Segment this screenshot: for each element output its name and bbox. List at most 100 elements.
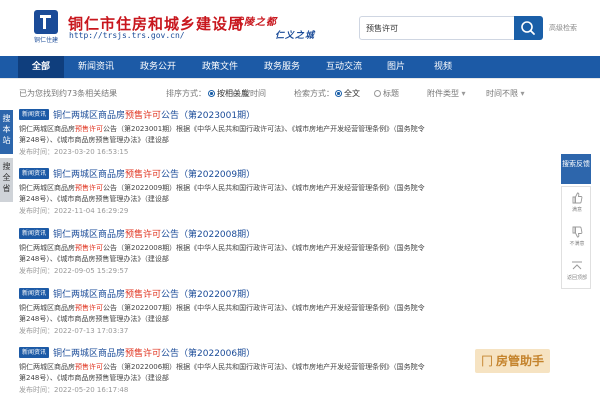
nav-tab-all[interactable]: 全部: [18, 56, 64, 78]
snippet-highlight: 预售许可: [75, 184, 103, 192]
snippet-text: 铜仁两城区商品房: [19, 244, 75, 252]
mode-fulltext-label: 全文: [344, 89, 360, 98]
mode-title-label: 标题: [383, 89, 399, 98]
result-snippet: 铜仁两城区商品房预售许可公告（第2022006期）根据《中华人民共和国行政许可法…: [19, 362, 439, 384]
result-date: 发布时间：2022-05-20 16:17:48: [19, 386, 129, 394]
sort-label: 排序方式：: [166, 89, 206, 98]
logo-emblem-icon: [34, 10, 58, 34]
category-badge: 新闻资讯: [19, 288, 50, 299]
search-province-tab[interactable]: 搜全省: [0, 158, 13, 202]
category-badge: 新闻资讯: [19, 109, 50, 120]
snippet-text: 第248号）、《城市商品房预售管理办法》（建设部: [19, 374, 169, 382]
title-text: 公告（第2022009期）: [161, 170, 256, 180]
title-text: 铜仁两城区商品房: [53, 170, 126, 180]
result-snippet: 铜仁两城区商品房预售许可公告（第2022008期）根据《中华人民共和国行政许可法…: [19, 243, 439, 265]
result-date: 发布时间：2023-03-20 16:53:15: [19, 148, 129, 156]
watermark-text: 房管助手: [496, 354, 545, 368]
nav-tab-gov-services[interactable]: 政务服务: [256, 56, 308, 78]
radio-icon: [233, 90, 240, 97]
search-this-site-tab[interactable]: 搜本站: [0, 110, 13, 154]
snippet-text: 铜仁两城区商品房: [19, 363, 75, 371]
result-count: 已为您找到约73条相关结果: [19, 89, 118, 98]
snippet-text: 公告（第2022006期）根据《中华人民共和国行政许可法》、《城市房地产开发经营…: [103, 363, 425, 371]
result-snippet: 铜仁两城区商品房预售许可公告（第2023001期）根据《中华人民共和国行政许可法…: [19, 124, 439, 146]
snippet-text: 第248号）、《城市商品房预售管理办法》（建设部: [19, 255, 169, 263]
search-feedback-button[interactable]: 搜索反馈: [561, 154, 591, 184]
title-text: 铜仁两城区商品房: [53, 230, 126, 240]
search-results-page: 铜仁住建 铜仁市住房和城乡建设局 http://trsjs.trs.gov.cn…: [0, 0, 600, 400]
snippet-text: 铜仁两城区商品房: [19, 304, 75, 312]
category-badge: 新闻资讯: [19, 347, 50, 358]
feedback-toolbar: 满意 不满意 返回顶部: [561, 186, 591, 289]
filter-bar: 已为您找到约73条相关结果 排序方式： 按相关度 按时间 检索方式： 全文 标题…: [0, 80, 600, 104]
snippet-highlight: 预售许可: [75, 244, 103, 252]
snippet-highlight: 预售许可: [75, 125, 103, 133]
snippet-text: 铜仁两城区商品房: [19, 125, 75, 133]
search-mode-label: 检索方式：: [294, 89, 334, 98]
title-highlight: 预售许可: [125, 230, 162, 240]
thumbs-up-icon: [572, 192, 583, 204]
title-text: 公告（第2022006期）: [161, 349, 256, 359]
site-header: 铜仁住建 铜仁市住房和城乡建设局 http://trsjs.trs.gov.cn…: [0, 0, 600, 56]
nav-tab-news[interactable]: 新闻资讯: [70, 56, 122, 78]
snippet-text: 第248号）、《城市商品房预售管理办法》（建设部: [19, 195, 169, 203]
snippet-text: 第248号）、《城市商品房预售管理办法》（建设部: [19, 136, 169, 144]
title-text: 铜仁两城区商品房: [53, 111, 126, 121]
nav-tab-images[interactable]: 图片: [381, 56, 411, 78]
time-filter-dropdown[interactable]: 时间不限: [486, 88, 525, 99]
unsatisfied-label: 不满意: [569, 241, 585, 247]
slogan-secondary: 仁义之城: [275, 31, 316, 41]
snippet-highlight: 预售许可: [75, 363, 103, 371]
result-date: 发布时间：2022-11-04 16:29:29: [19, 207, 129, 215]
nav-tab-interaction[interactable]: 互动交流: [318, 56, 370, 78]
title-text: 公告（第2023001期）: [161, 111, 256, 121]
category-badge: 新闻资讯: [19, 168, 50, 179]
main-nav: 全部 新闻资讯 政务公开 政策文件 政务服务 互动交流 图片 视频: [0, 56, 600, 78]
satisfied-button[interactable]: 满意: [562, 187, 592, 221]
radio-selected-icon: [335, 90, 342, 97]
snippet-text: 公告（第2022007期）根据《中华人民共和国行政许可法》、《城市房地产开发经营…: [103, 304, 425, 312]
snippet-text: 公告（第2022008期）根据《中华人民共和国行政许可法》、《城市房地产开发经营…: [103, 244, 425, 252]
back-to-top-icon: [572, 261, 582, 270]
title-highlight: 预售许可: [125, 170, 162, 180]
advanced-search-link[interactable]: 高级检索: [549, 23, 577, 33]
back-to-top-button[interactable]: 返回顶部: [562, 255, 592, 289]
watermark-badge: 冂房管助手: [475, 349, 551, 373]
result-date: 发布时间：2022-07-13 17:03:37: [19, 327, 129, 335]
search-icon: [521, 21, 535, 35]
attachment-type-dropdown[interactable]: 附件类型: [427, 88, 466, 99]
site-url: http://trsjs.trs.gov.cn/: [69, 31, 185, 40]
nav-tab-videos[interactable]: 视频: [428, 56, 458, 78]
result-title-link[interactable]: 铜仁两城区商品房预售许可公告（第2022009期）: [53, 167, 255, 180]
category-badge: 新闻资讯: [19, 228, 50, 239]
sort-by-time-label: 按时间: [242, 89, 266, 98]
mode-title[interactable]: 标题: [374, 88, 399, 99]
snippet-text: 第248号）、《城市商品房预售管理办法》（建设部: [19, 315, 169, 323]
snippet-text: 铜仁两城区商品房: [19, 184, 75, 192]
thumbs-down-icon: [572, 226, 583, 238]
title-text: 铜仁两城区商品房: [53, 290, 126, 300]
title-highlight: 预售许可: [125, 349, 162, 359]
search-input[interactable]: [359, 16, 514, 40]
title-text: 铜仁两城区商品房: [53, 349, 126, 359]
site-logo[interactable]: 铜仁住建: [30, 10, 62, 44]
result-title-link[interactable]: 铜仁两城区商品房预售许可公告（第2022008期）: [53, 227, 255, 240]
result-title-link[interactable]: 铜仁两城区商品房预售许可公告（第2022007期）: [53, 287, 255, 300]
result-title-link[interactable]: 铜仁两城区商品房预售许可公告（第2022006期）: [53, 346, 255, 359]
mode-fulltext[interactable]: 全文: [335, 88, 360, 99]
sort-by-time[interactable]: 按时间: [233, 88, 266, 99]
nav-tab-gov-affairs[interactable]: 政务公开: [132, 56, 184, 78]
title-highlight: 预售许可: [125, 290, 162, 300]
title-text: 公告（第2022007期）: [161, 290, 256, 300]
back-to-top-label: 返回顶部: [566, 275, 587, 281]
result-date: 发布时间：2022-09-05 15:29:57: [19, 267, 129, 275]
nav-tab-policy-docs[interactable]: 政策文件: [194, 56, 246, 78]
snippet-text: 公告（第2023001期）根据《中华人民共和国行政许可法》、《城市房地产开发经营…: [103, 125, 425, 133]
result-title-link[interactable]: 铜仁两城区商品房预售许可公告（第2023001期）: [53, 108, 255, 121]
unsatisfied-button[interactable]: 不满意: [562, 221, 592, 255]
result-snippet: 铜仁两城区商品房预售许可公告（第2022009期）根据《中华人民共和国行政许可法…: [19, 183, 439, 205]
search-button[interactable]: [514, 16, 543, 40]
satisfied-label: 满意: [571, 207, 582, 213]
title-text: 公告（第2022008期）: [161, 230, 256, 240]
result-snippet: 铜仁两城区商品房预售许可公告（第2022007期）根据《中华人民共和国行政许可法…: [19, 303, 439, 325]
